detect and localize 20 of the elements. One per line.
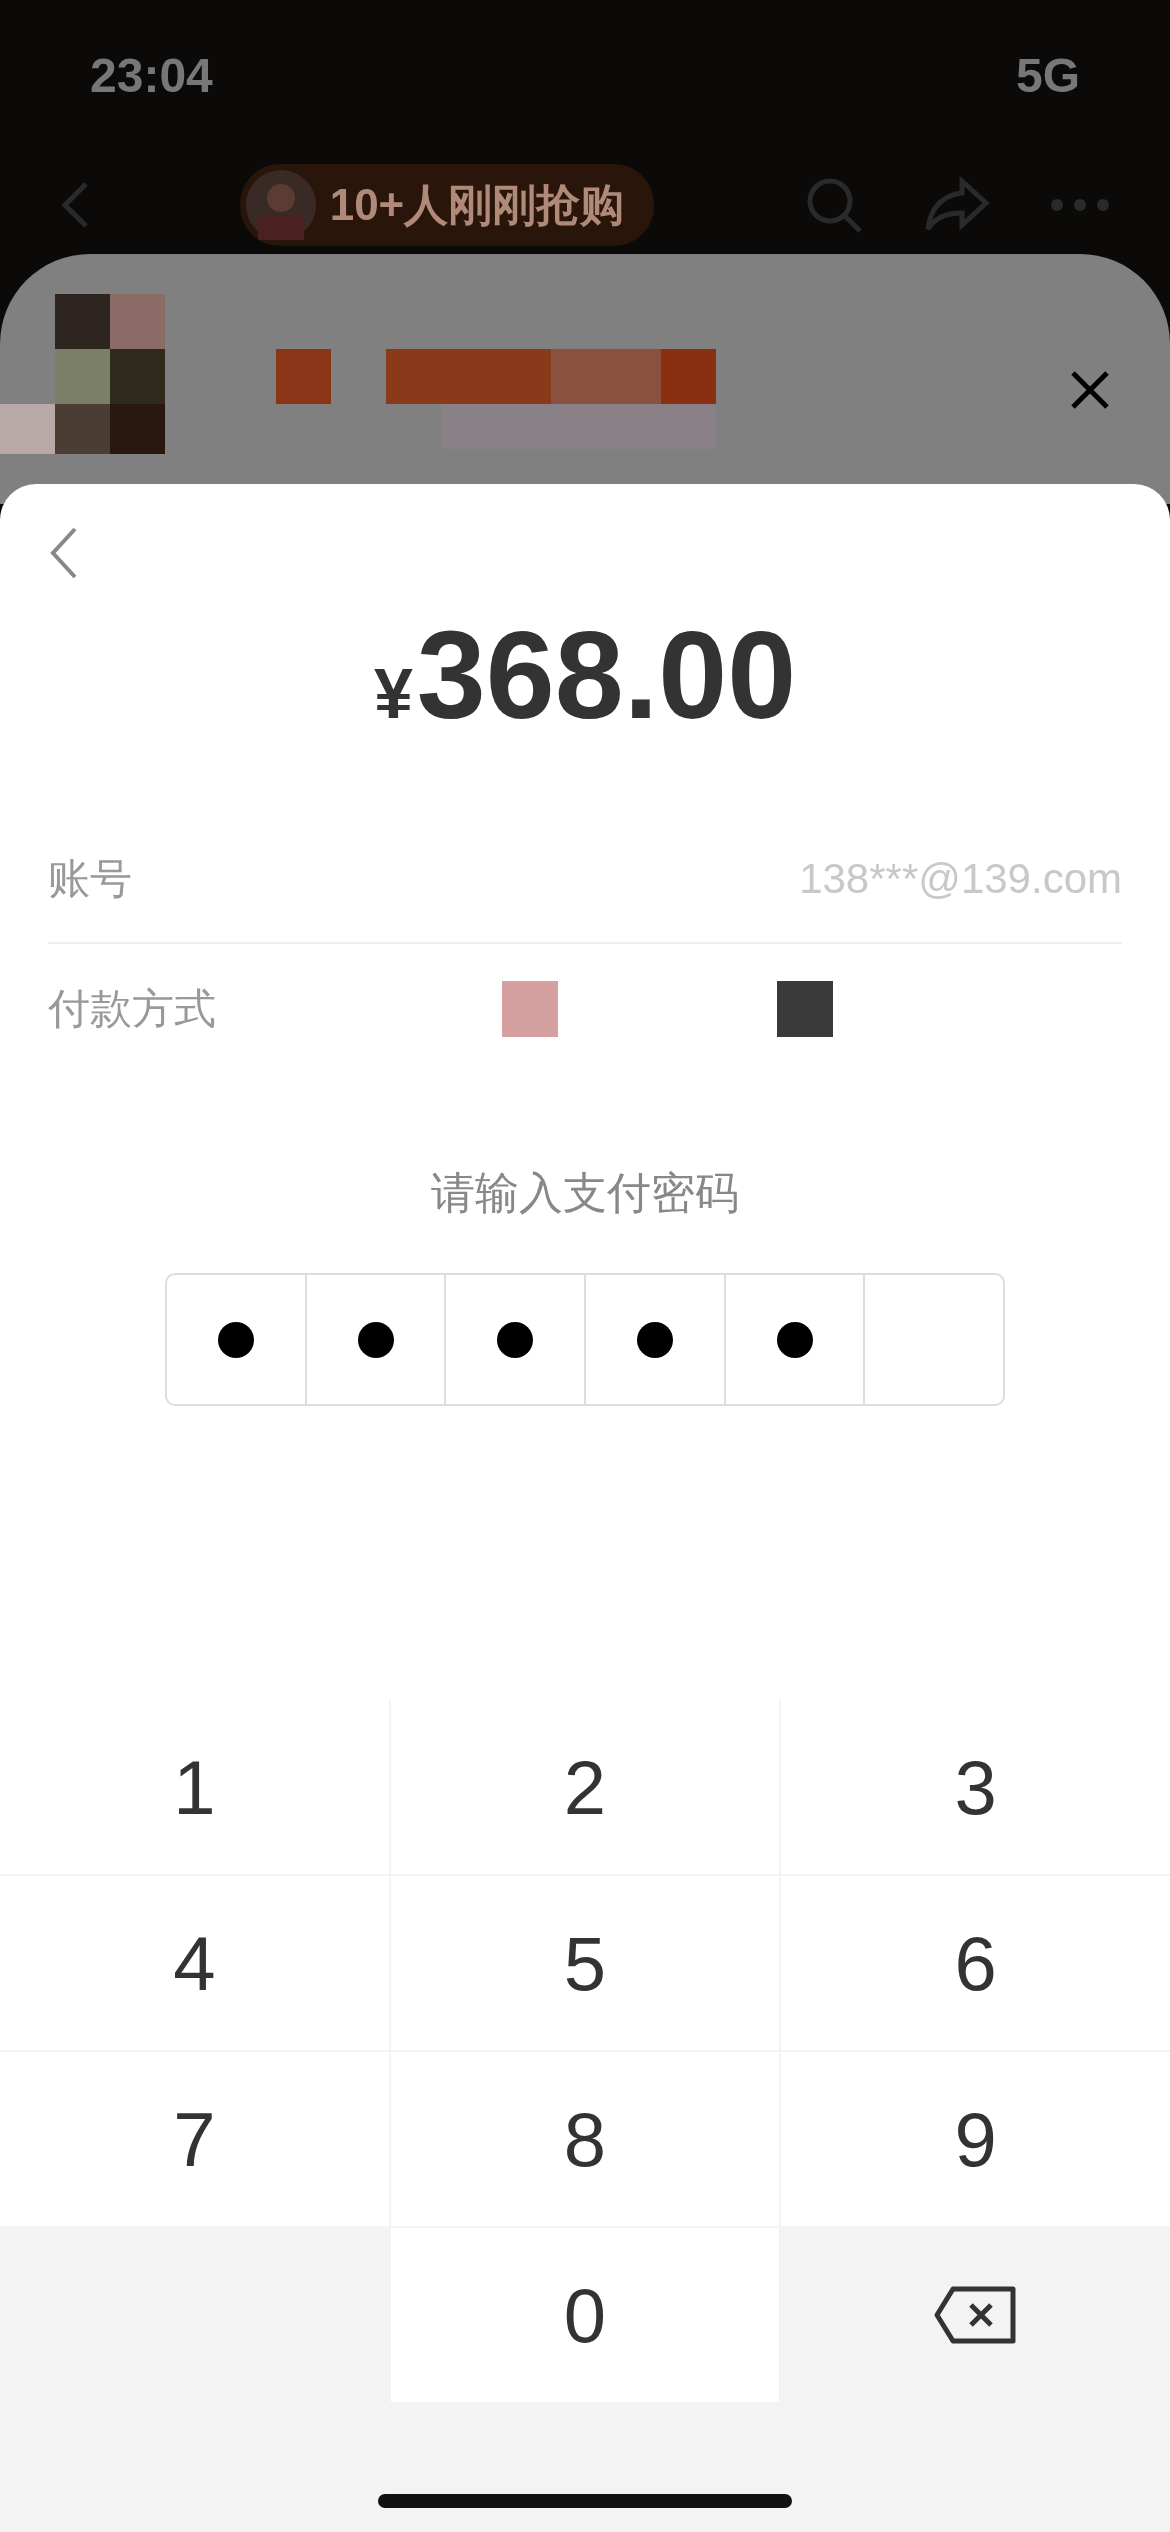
password-field[interactable] xyxy=(165,1273,1005,1406)
password-prompt: 请输入支付密码 xyxy=(430,1167,740,1219)
network-label: 5G xyxy=(1015,47,1080,103)
digit-key[interactable]: 5 xyxy=(390,1876,780,2050)
digit-key[interactable]: 4 xyxy=(0,1876,389,2050)
buyers-badge: 10+人刚刚抢购 xyxy=(239,164,655,246)
digit-key[interactable]: 0 xyxy=(390,2228,780,2402)
backspace-icon xyxy=(932,2285,1019,2345)
row-label: 付款方式 xyxy=(48,984,216,1034)
digit-key[interactable]: 1 xyxy=(0,1700,389,1874)
status-time: 23:04 xyxy=(90,47,213,103)
row-label: 账号 xyxy=(48,854,132,904)
digit-key[interactable]: 7 xyxy=(0,2052,389,2226)
digit-key[interactable]: 2 xyxy=(390,1700,780,1874)
digit-key[interactable]: 3 xyxy=(781,1700,1170,1874)
close-icon[interactable] xyxy=(1070,370,1110,410)
digit-key[interactable]: 6 xyxy=(781,1876,1170,2050)
digit-key[interactable]: 9 xyxy=(781,2052,1170,2226)
amount: ¥368.00 xyxy=(372,605,798,746)
digit-key[interactable]: 8 xyxy=(390,2052,780,2226)
